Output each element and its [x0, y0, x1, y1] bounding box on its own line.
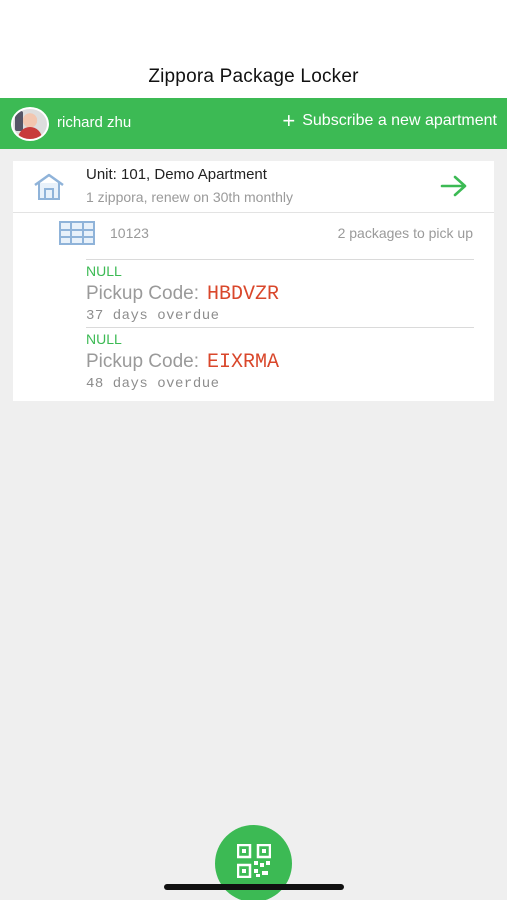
arrow-right-icon[interactable]: [440, 174, 468, 203]
package-item[interactable]: NULL Pickup Code: EIXRMA 48 days overdue: [86, 327, 474, 395]
package-item[interactable]: NULL Pickup Code: HBDVZR 37 days overdue: [86, 259, 474, 327]
pickup-code: HBDVZR: [207, 283, 280, 306]
package-status: NULL: [86, 331, 122, 347]
user-bar: richard zhu + Subscribe a new apartment: [0, 98, 507, 149]
pickup-code-label: Pickup Code:: [86, 351, 200, 372]
apartment-subtitle: 1 zippora, renew on 30th monthly: [86, 189, 294, 205]
locker-grid-icon: [59, 221, 95, 250]
subscribe-apartment-button[interactable]: + Subscribe a new apartment: [282, 108, 497, 133]
package-count: 2 packages to pick up: [337, 225, 473, 241]
title-bar: Zippora Package Locker: [0, 0, 507, 98]
user-name[interactable]: richard zhu: [57, 114, 131, 131]
subscribe-label: Subscribe a new apartment: [302, 112, 497, 129]
overdue-text: 37 days overdue: [86, 308, 220, 324]
pickup-code: EIXRMA: [207, 351, 280, 374]
pickup-code-label: Pickup Code:: [86, 283, 200, 304]
plus-icon: +: [282, 108, 296, 133]
home-icon: [32, 172, 66, 207]
apartment-card: Unit: 101, Demo Apartment 1 zippora, ren…: [13, 161, 494, 401]
apartment-row[interactable]: Unit: 101, Demo Apartment 1 zippora, ren…: [13, 161, 494, 213]
pickup-code-row: Pickup Code: HBDVZR: [86, 283, 279, 306]
package-status: NULL: [86, 263, 122, 279]
qr-code-icon: [236, 843, 271, 883]
overdue-text: 48 days overdue: [86, 376, 220, 392]
avatar[interactable]: [11, 107, 49, 141]
apartment-title: Unit: 101, Demo Apartment: [86, 166, 267, 183]
pickup-code-row: Pickup Code: EIXRMA: [86, 351, 279, 374]
page-title: Zippora Package Locker: [148, 66, 359, 87]
locker-id: 10123: [110, 225, 149, 241]
home-indicator[interactable]: [164, 884, 344, 890]
locker-row[interactable]: 10123 2 packages to pick up: [13, 213, 494, 253]
